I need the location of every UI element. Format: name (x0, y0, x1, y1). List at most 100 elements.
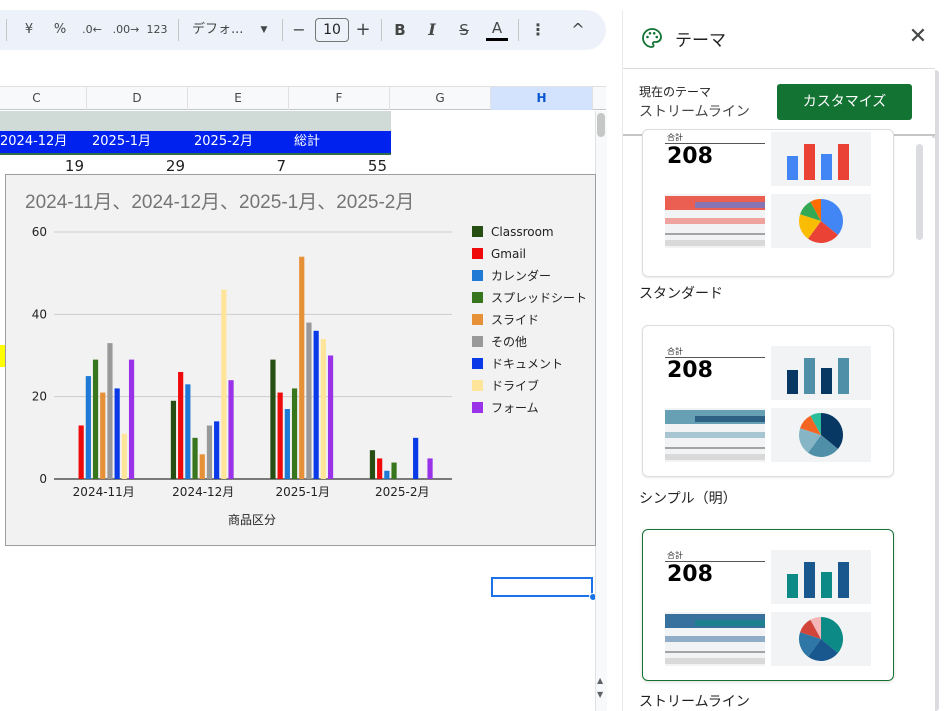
bar-1-2[interactable] (277, 392, 283, 479)
bar-4-0[interactable] (100, 392, 106, 479)
more-formats-button[interactable]: 123 (144, 10, 170, 50)
x-axis-label: 商品区分 (228, 512, 276, 527)
toolbar-divider (381, 19, 382, 41)
bar-1-3[interactable] (377, 458, 383, 479)
text-color-button[interactable]: A (486, 10, 508, 50)
bar-2-1[interactable] (185, 384, 191, 479)
kpi-label: 合計 (667, 133, 683, 142)
theme-card-streamline[interactable]: 合計 208 (642, 529, 894, 681)
bar-4-1[interactable] (199, 454, 205, 479)
font-size-decrease-button[interactable]: − (288, 10, 310, 50)
cell-c-total[interactable]: 19 (0, 156, 84, 176)
legend-label: Classroom (491, 225, 554, 239)
legend-label: ドライブ (491, 378, 539, 393)
column-header-h[interactable]: H (491, 87, 593, 110)
bar-7-0[interactable] (121, 433, 127, 479)
increase-decimal-button[interactable]: .00→ (110, 10, 142, 50)
theme-card-simple-light[interactable]: 合計 208 (642, 325, 894, 477)
bar-8-1[interactable] (228, 380, 234, 479)
bar-3-3[interactable] (391, 462, 397, 479)
bold-button[interactable]: B (388, 10, 412, 50)
scroll-up-icon[interactable]: ▲ (597, 676, 603, 685)
bar-chart[interactable]: 2024-11月、2024-12月、2025-1月、2025-2月 商品区分 0… (5, 174, 596, 546)
theme-list-scrollbar-thumb[interactable] (916, 144, 923, 240)
bar-8-3[interactable] (427, 458, 433, 479)
strikethrough-button[interactable]: S (452, 10, 476, 50)
legend-label: フォーム (491, 401, 539, 415)
column-header-d[interactable]: D (87, 87, 188, 110)
bar-3-1[interactable] (192, 437, 198, 479)
legend-swatch (472, 358, 483, 369)
collapse-toolbar-icon[interactable]: ^ (566, 10, 590, 50)
chevron-down-icon[interactable]: ▼ (256, 10, 272, 50)
text-color-swatch (486, 38, 508, 41)
cell-f-header[interactable]: 総計 (294, 131, 320, 153)
more-options-icon[interactable]: ⋮ (526, 10, 550, 50)
customize-button[interactable]: カスタマイズ (777, 84, 912, 120)
bar-1-0[interactable] (78, 425, 84, 479)
legend-label: スライド (491, 313, 539, 327)
bar-7-2[interactable] (320, 339, 326, 479)
font-size-increase-button[interactable]: + (352, 10, 374, 50)
bar-8-0[interactable] (128, 359, 135, 479)
bar-0-1[interactable] (170, 400, 177, 479)
column-headers: C D E F G H (0, 86, 606, 110)
bar-6-0[interactable] (114, 388, 120, 479)
cell-c-header[interactable]: 2024-12月 (0, 131, 67, 153)
theme-sidebar: テーマ ✕ 現在のテーマ ストリームライン カスタマイズ 合計 208 スタンダ… (622, 10, 944, 711)
percent-format-button[interactable]: % (47, 10, 73, 50)
selected-cell[interactable] (491, 577, 593, 597)
cell-d-header[interactable]: 2025-1月 (92, 131, 151, 153)
bar-4-2[interactable] (299, 256, 305, 479)
current-theme-label: 現在のテーマ (639, 85, 712, 99)
toolbar-divider (518, 19, 519, 41)
theme-preview-table (665, 194, 765, 248)
cell-f-total[interactable]: 55 (290, 156, 387, 176)
scroll-down-icon[interactable]: ▼ (597, 690, 603, 699)
column-header-e[interactable]: E (188, 87, 289, 110)
theme-preview-kpi: 合計 208 (665, 130, 765, 174)
column-header-c[interactable]: C (0, 87, 87, 110)
column-header-f[interactable]: F (289, 87, 390, 110)
bar-6-3[interactable] (413, 437, 419, 479)
bar-5-1[interactable] (206, 425, 213, 479)
bar-5-0[interactable] (107, 343, 113, 479)
italic-button[interactable]: I (420, 10, 444, 50)
column-header-g[interactable]: G (390, 87, 491, 110)
bar-2-2[interactable] (284, 409, 290, 479)
y-tick-label: 0 (39, 472, 47, 486)
cell-d-total[interactable]: 29 (88, 156, 185, 176)
decrease-decimal-button[interactable]: .0← (78, 10, 106, 50)
bar-5-2[interactable] (306, 322, 312, 479)
cell-e-total[interactable]: 7 (189, 156, 286, 176)
bar-0-2[interactable] (270, 359, 276, 479)
theme-preview-kpi: 合計 208 (665, 548, 765, 592)
bar-6-2[interactable] (313, 330, 319, 479)
y-tick-label: 40 (32, 307, 47, 321)
bar-7-1[interactable] (221, 289, 227, 479)
sheet-scrollbar-thumb[interactable] (597, 113, 605, 137)
row-divider (0, 153, 391, 155)
x-tick-label: 2025-1月 (275, 485, 330, 499)
theme-card-standard[interactable]: 合計 208 (642, 129, 894, 277)
bar-2-3[interactable] (384, 470, 390, 479)
legend-label: スプレッドシート (491, 291, 587, 305)
font-family-select[interactable]: デフォ... (186, 10, 256, 50)
bar-3-2[interactable] (291, 388, 298, 479)
close-icon[interactable]: ✕ (905, 24, 931, 49)
kpi-value: 208 (667, 358, 713, 383)
bar-0-3[interactable] (369, 450, 376, 479)
bar-1-1[interactable] (178, 371, 184, 479)
theme-preview-bars (771, 550, 871, 604)
font-size-input[interactable]: 10 (315, 18, 349, 42)
bar-6-1[interactable] (214, 421, 220, 479)
x-tick-label: 2025-2月 (375, 485, 430, 499)
bar-3-0[interactable] (92, 359, 99, 479)
legend-swatch (472, 270, 483, 281)
cell-e-header[interactable]: 2025-2月 (194, 131, 253, 153)
currency-format-button[interactable]: ¥ (16, 10, 42, 50)
legend-swatch (472, 226, 483, 237)
bar-2-0[interactable] (85, 376, 91, 479)
kpi-label: 合計 (667, 347, 683, 356)
bar-8-2[interactable] (327, 355, 334, 480)
